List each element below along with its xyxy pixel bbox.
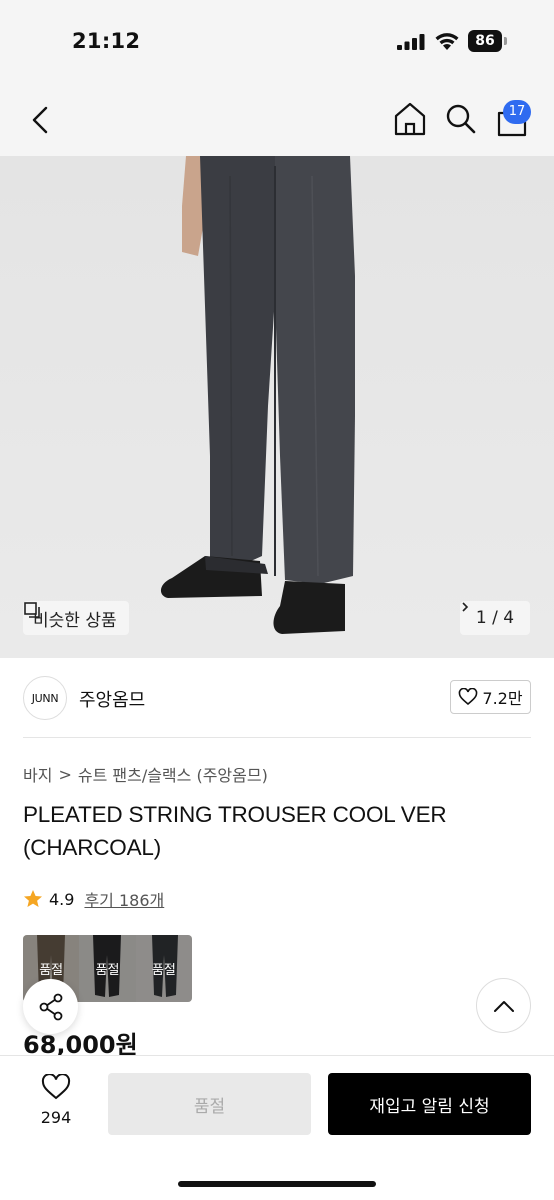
search-icon[interactable] (443, 101, 479, 137)
product-image[interactable]: 비슷한 상품 1 / 4 (0, 156, 554, 658)
product-rating: 4.9 후기 186개 (23, 887, 164, 911)
status-bar: 21:12 86 (0, 0, 554, 84)
signal-icon (397, 34, 425, 50)
image-pager[interactable]: 1 / 4 (460, 601, 530, 635)
brand-like-button[interactable]: 7.2만 (450, 680, 531, 714)
product-title: PLEATED STRING TROUSER COOL VER (CHARCOA… (23, 802, 447, 860)
breadcrumb: 바지 > 슈트 팬츠/슬랙스 (주앙옴므) (23, 762, 268, 786)
similar-products-button[interactable]: 비슷한 상품 (23, 601, 129, 635)
home-indicator (178, 1181, 376, 1187)
brand-like-count: 7.2만 (482, 689, 523, 708)
scroll-top-button[interactable] (476, 978, 531, 1033)
soldout-overlay: 품절 (79, 935, 136, 1002)
product-photo (0, 156, 554, 658)
top-nav (0, 84, 554, 156)
back-icon[interactable] (24, 102, 58, 138)
heart-icon (41, 1073, 71, 1100)
cart-count-badge: 17 (503, 100, 531, 124)
restock-alert-button[interactable]: 재입고 알림 신청 (328, 1073, 531, 1135)
brand-logo[interactable]: JUNN (23, 676, 67, 720)
breadcrumb-category[interactable]: 바지 (23, 762, 52, 786)
variant-thumbnail[interactable]: 품절 (135, 935, 192, 1002)
soldout-button: 품절 (108, 1073, 311, 1135)
chevron-up-icon (493, 1000, 514, 1012)
home-icon[interactable] (392, 100, 428, 138)
divider (23, 737, 531, 738)
rating-score: 4.9 (49, 889, 75, 909)
pager-label: 1 / 4 (475, 608, 515, 628)
share-icon (39, 993, 62, 1020)
wifi-icon (435, 33, 459, 50)
similar-icon (24, 602, 40, 618)
soldout-overlay: 품절 (135, 935, 192, 1002)
similar-products-label: 비슷한 상품 (33, 610, 117, 631)
status-time: 21:12 (72, 29, 141, 53)
variant-thumbnail[interactable]: 품절 (79, 935, 137, 1002)
wish-count: 294 (40, 1108, 72, 1127)
star-icon (24, 890, 42, 907)
review-count-link[interactable]: 후기 186개 (84, 887, 164, 911)
breadcrumb-separator: > (58, 764, 72, 784)
brand-name[interactable]: 주앙옴므 (79, 686, 145, 712)
heart-icon (459, 688, 478, 706)
breadcrumb-subcategory[interactable]: 슈트 팬츠/슬랙스 (주앙옴므) (78, 762, 268, 786)
battery-cap (504, 37, 507, 45)
chevron-right-icon (462, 602, 469, 612)
battery-icon: 86 (468, 30, 508, 52)
wish-button[interactable]: 294 (28, 1073, 84, 1127)
battery-level: 86 (468, 30, 502, 52)
